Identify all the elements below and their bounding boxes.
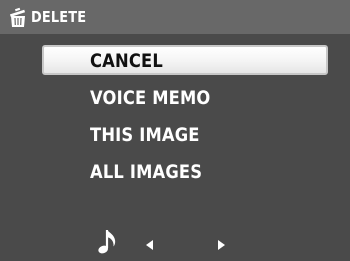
- title-bar: DELETE: [0, 0, 350, 34]
- trash-can-icon: [7, 5, 29, 29]
- menu-item-cancel[interactable]: CANCEL: [0, 43, 350, 80]
- left-arrow-icon[interactable]: [146, 240, 153, 250]
- menu-item-label: ALL IMAGES: [90, 154, 202, 191]
- menu-item-voice-memo[interactable]: VOICE MEMO: [0, 80, 350, 117]
- right-arrow-icon[interactable]: [218, 240, 225, 250]
- delete-menu: CANCEL VOICE MEMO THIS IMAGE ALL IMAGES: [0, 43, 350, 191]
- music-note-icon: [97, 228, 119, 256]
- menu-item-this-image[interactable]: THIS IMAGE: [0, 117, 350, 154]
- menu-item-label: VOICE MEMO: [90, 80, 210, 117]
- menu-item-all-images[interactable]: ALL IMAGES: [0, 154, 350, 191]
- title-text: DELETE: [31, 8, 86, 26]
- bottom-bar: [0, 225, 350, 257]
- menu-item-label: THIS IMAGE: [90, 117, 200, 154]
- menu-item-label: CANCEL: [90, 43, 163, 80]
